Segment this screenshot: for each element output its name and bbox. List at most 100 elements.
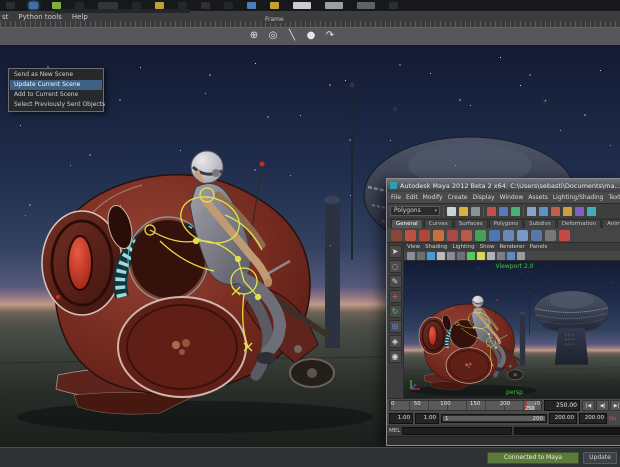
- history-icon[interactable]: [587, 207, 596, 216]
- maya-menu-texturing[interactable]: Texturing: [608, 194, 620, 201]
- shelf-item-6[interactable]: [461, 230, 472, 241]
- shelf-item-1[interactable]: [391, 230, 402, 241]
- save-scene-icon[interactable]: [471, 207, 480, 216]
- panel-tool-2[interactable]: [417, 252, 425, 260]
- panel-menu-lighting[interactable]: Lighting: [452, 244, 474, 250]
- time-ruler[interactable]: 050 100150 200250 250: [389, 400, 542, 411]
- menu-item-send-as-new-scene[interactable]: Send as New Scene: [10, 70, 102, 80]
- maya-menu-lighting-shading[interactable]: Lighting/Shading: [553, 194, 604, 201]
- toolbar-icon-11[interactable]: [270, 2, 279, 9]
- command-input[interactable]: [402, 427, 511, 435]
- shelf-tab-deformation[interactable]: Deformation: [557, 219, 601, 228]
- toolbar-icon-4[interactable]: [98, 2, 118, 9]
- orbit-camera-icon[interactable]: ⊕: [248, 30, 260, 41]
- shelf-item-12[interactable]: [545, 230, 556, 241]
- shelf-tab-polygons[interactable]: Polygons: [489, 219, 523, 228]
- track-camera-icon[interactable]: ◎: [267, 30, 279, 41]
- connected-to-maya-button[interactable]: Connected to Maya: [487, 452, 579, 464]
- toolbar-icon-active[interactable]: [29, 2, 38, 9]
- mel-label[interactable]: MEL: [389, 428, 400, 434]
- panel-tool-9[interactable]: [487, 252, 495, 260]
- panel-tool-6[interactable]: [457, 252, 465, 260]
- panel-tool-1[interactable]: [407, 252, 415, 260]
- menu-item-select-previously-sent[interactable]: Select Previously Sent Objects: [10, 100, 102, 110]
- panel-tool-3[interactable]: [427, 252, 435, 260]
- current-time-field[interactable]: 250.00: [544, 400, 580, 411]
- snap-to-curve-icon[interactable]: [539, 207, 548, 216]
- point-tool-icon[interactable]: ●: [305, 30, 317, 41]
- panel-menu-show[interactable]: Show: [480, 244, 495, 250]
- toolbar-icon-9[interactable]: [224, 2, 233, 9]
- panel-tool-5[interactable]: [447, 252, 455, 260]
- toolbar-icon-13[interactable]: [325, 2, 343, 9]
- toolbar-icon-8[interactable]: [201, 2, 210, 9]
- shelf-item-10[interactable]: [517, 230, 528, 241]
- select-tool-icon[interactable]: ➤: [389, 245, 402, 258]
- shelf-item-11[interactable]: [531, 230, 542, 241]
- go-to-start-icon[interactable]: |◀: [582, 400, 595, 411]
- toolbar-icon-15[interactable]: [389, 2, 398, 9]
- make-live-icon[interactable]: [575, 207, 584, 216]
- maya-menu-assets[interactable]: Assets: [528, 194, 548, 201]
- panel-tool-4[interactable]: [437, 252, 445, 260]
- shelf-item-7[interactable]: [475, 230, 486, 241]
- last-tool-icon[interactable]: ◉: [389, 350, 402, 363]
- menu-python-tools[interactable]: Python tools: [18, 13, 61, 21]
- toolbar-icon-7[interactable]: [178, 2, 187, 9]
- scale-tool-icon[interactable]: ⊞: [389, 320, 402, 333]
- toolbar-icon-6[interactable]: [155, 2, 164, 9]
- panel-menu-panels[interactable]: Panels: [530, 244, 548, 250]
- shelf-tab-general[interactable]: General: [391, 219, 423, 228]
- open-scene-icon[interactable]: [459, 207, 468, 216]
- rotate-tool-icon[interactable]: ↻: [389, 305, 402, 318]
- current-frame-marker[interactable]: 250: [526, 401, 535, 410]
- range-end-field[interactable]: 200.00: [579, 413, 607, 424]
- maya-viewport[interactable]: Viewport 2.0 persp: [404, 261, 620, 398]
- select-by-hierarchy-icon[interactable]: [487, 207, 496, 216]
- shelf-item-8[interactable]: [489, 230, 500, 241]
- panel-menu-view[interactable]: View: [407, 244, 420, 250]
- maya-menu-edit[interactable]: Edit: [406, 194, 418, 201]
- paint-select-tool-icon[interactable]: ✎: [389, 275, 402, 288]
- shelf-tab-surfaces[interactable]: Surfaces: [454, 219, 488, 228]
- toolbar-icon-1[interactable]: [6, 2, 15, 9]
- menu-fragment[interactable]: st: [2, 13, 8, 21]
- select-by-object-icon[interactable]: [499, 207, 508, 216]
- range-bar[interactable]: 1200: [441, 414, 547, 423]
- shelf-item-9[interactable]: [503, 230, 514, 241]
- maya-menu-modify[interactable]: Modify: [423, 194, 443, 201]
- menu-item-update-current-scene[interactable]: Update Current Scene: [10, 80, 102, 90]
- menu-help[interactable]: Help: [72, 13, 88, 21]
- anim-start-field[interactable]: 1.00: [415, 413, 439, 424]
- snap-to-plane-icon[interactable]: [563, 207, 572, 216]
- shelf-item-2[interactable]: [405, 230, 416, 241]
- toolbar-icon-2[interactable]: [52, 2, 61, 9]
- range-start-field[interactable]: 1.00: [389, 413, 413, 424]
- panel-menu-renderer[interactable]: Renderer: [499, 244, 524, 250]
- panel-tool-10[interactable]: [497, 252, 505, 260]
- toolbar-icon-10[interactable]: [247, 2, 256, 9]
- play-forward-icon[interactable]: ▶|: [610, 400, 620, 411]
- shelf-item-13[interactable]: [559, 230, 570, 241]
- toolbar-icon-3[interactable]: [75, 2, 84, 9]
- maya-menu-display[interactable]: Display: [473, 194, 495, 201]
- universal-manipulator-icon[interactable]: ◈: [389, 335, 402, 348]
- shelf-item-3[interactable]: [419, 230, 430, 241]
- line-tool-icon[interactable]: ╲: [286, 30, 298, 41]
- anim-end-field[interactable]: 200.00: [549, 413, 577, 424]
- update-button[interactable]: Update: [583, 452, 617, 464]
- maya-menu-window[interactable]: Window: [500, 194, 524, 201]
- panel-tool-7[interactable]: [467, 252, 475, 260]
- panel-tool-12[interactable]: [517, 252, 525, 260]
- shelf-item-5[interactable]: [447, 230, 458, 241]
- menu-item-add-to-current-scene[interactable]: Add to Current Scene: [10, 90, 102, 100]
- select-by-component-icon[interactable]: [511, 207, 520, 216]
- new-scene-icon[interactable]: [447, 207, 456, 216]
- shelf-tab-subdivs[interactable]: Subdivs: [524, 219, 556, 228]
- maya-menu-file[interactable]: File: [391, 194, 401, 201]
- panel-menu-shading[interactable]: Shading: [425, 244, 447, 250]
- toolbar-icon-14[interactable]: [357, 2, 375, 9]
- shelf-tab-curves[interactable]: Curves: [424, 219, 453, 228]
- step-back-icon[interactable]: ◀|: [596, 400, 609, 411]
- maya-menu-create[interactable]: Create: [448, 194, 468, 201]
